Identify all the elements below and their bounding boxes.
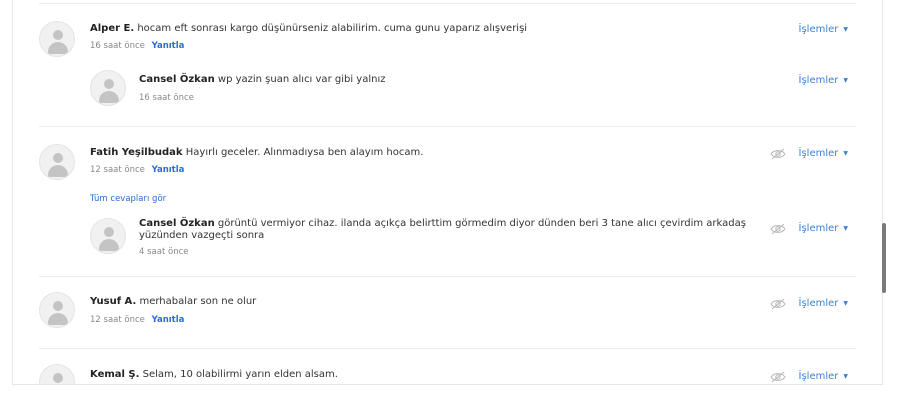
reply-button[interactable]: Yanıtla	[152, 165, 185, 175]
divider	[39, 276, 856, 277]
eye-slash-icon[interactable]	[770, 371, 786, 383]
divider	[39, 348, 856, 349]
actions-dropdown[interactable]: İşlemler ▼	[799, 371, 849, 382]
eye-slash-icon[interactable]	[770, 298, 786, 310]
comment-text: Hayırlı geceler. Alınmadıysa ben alayım …	[185, 147, 424, 158]
comment-author[interactable]: Cansel Özkan	[139, 74, 215, 85]
comment-time: 12 saat önce	[90, 165, 145, 175]
comment-time: 16 saat önce	[90, 41, 145, 51]
comment-author[interactable]: Alper E.	[90, 23, 134, 34]
reply-button[interactable]: Yanıtla	[152, 315, 185, 325]
comment-author[interactable]: Yusuf A.	[90, 296, 136, 307]
divider	[39, 3, 856, 4]
divider	[39, 126, 856, 127]
actions-dropdown[interactable]: İşlemler ▼	[799, 148, 849, 159]
actions-label: İşlemler	[798, 298, 839, 309]
avatar	[39, 21, 75, 57]
comment-time: 4 saat önce	[139, 247, 189, 257]
actions-dropdown[interactable]: İşlemler ▼	[799, 298, 849, 309]
actions-dropdown[interactable]: İşlemler ▼	[799, 24, 849, 35]
comment-text-cont: yüzünden vazgeçti sonra	[139, 230, 265, 241]
comment-author[interactable]: Kemal Ş.	[90, 369, 139, 380]
caret-down-icon: ▼	[843, 25, 848, 33]
caret-down-icon: ▼	[843, 299, 848, 307]
eye-slash-icon[interactable]	[770, 148, 786, 160]
scrollbar-thumb[interactable]	[882, 223, 886, 293]
actions-label: İşlemler	[798, 223, 839, 234]
comment-text: merhabalar son ne olur	[139, 296, 257, 307]
eye-slash-icon[interactable]	[770, 223, 786, 235]
comment-text: wp yazin şuan alıcı var gibi yalnız	[217, 74, 386, 85]
see-all-replies-link[interactable]: Tüm cevapları gör	[90, 194, 166, 204]
comment-author[interactable]: Cansel Özkan	[139, 218, 215, 229]
avatar	[90, 70, 126, 106]
caret-down-icon: ▼	[843, 149, 848, 157]
actions-label: İşlemler	[798, 24, 839, 35]
comment-time: 16 saat önce	[139, 93, 194, 103]
avatar	[90, 218, 126, 254]
comment-text: görüntü vermiyor cihaz. ilanda açıkça be…	[217, 218, 746, 229]
caret-down-icon: ▼	[843, 224, 848, 232]
actions-label: İşlemler	[798, 371, 839, 382]
reply-button[interactable]: Yanıtla	[152, 41, 185, 51]
caret-down-icon: ▼	[843, 372, 848, 380]
actions-label: İşlemler	[798, 75, 839, 86]
actions-label: İşlemler	[798, 148, 839, 159]
avatar	[39, 144, 75, 180]
comment-time: 12 saat önce	[90, 315, 145, 325]
actions-dropdown[interactable]: İşlemler ▼	[799, 75, 849, 86]
avatar	[39, 364, 75, 384]
caret-down-icon: ▼	[843, 76, 848, 84]
avatar	[39, 292, 75, 328]
comment-text: hocam eft sonrası kargo düşünürseniz ala…	[137, 23, 528, 34]
comment-author[interactable]: Fatih Yeşilbudak	[90, 147, 183, 158]
comments-panel: Alper E. hocam eft sonrası kargo düşünür…	[12, 0, 883, 385]
actions-dropdown[interactable]: İşlemler ▼	[799, 223, 849, 234]
comment-text: Selam, 10 olabilirmi yarın elden alsam.	[142, 369, 338, 380]
